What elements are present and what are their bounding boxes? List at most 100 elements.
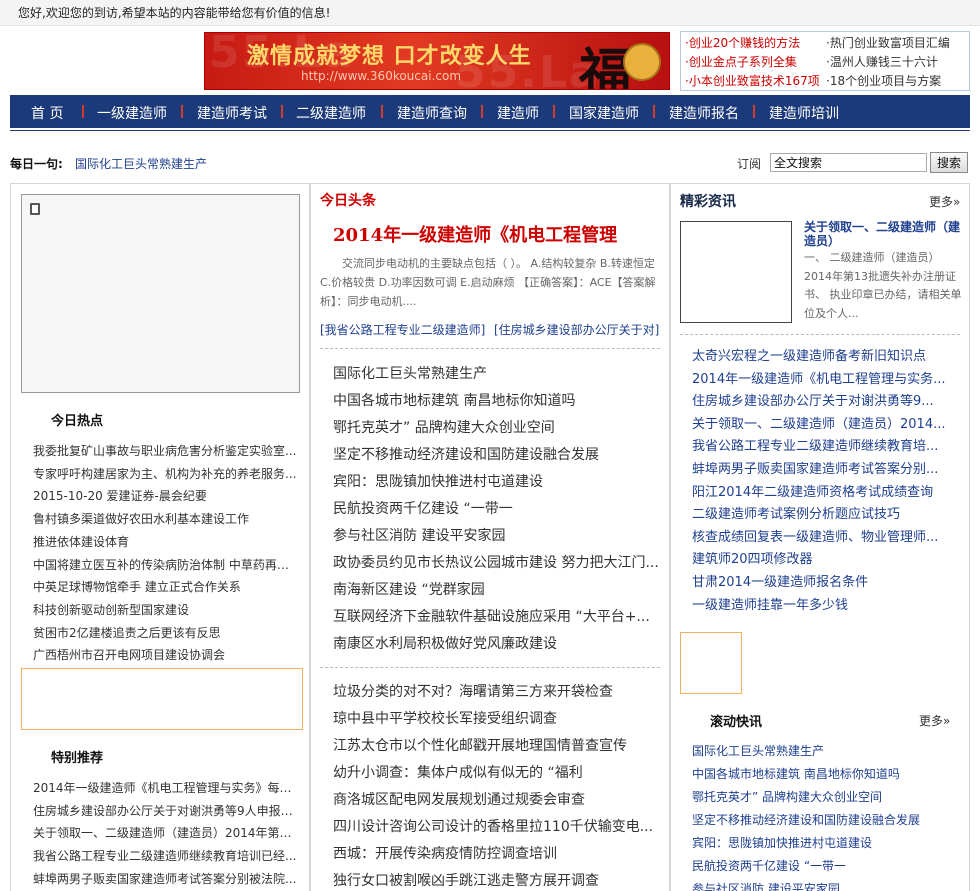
news-link[interactable]: 二级建造师考试案例分析题应试技巧 (692, 507, 900, 522)
hot-link[interactable]: 中英足球博物馆牵手 建立正式合作关系 (33, 580, 241, 594)
scroll-link[interactable]: 坚定不移推动经济建设和国防建设融合发展 (692, 813, 920, 827)
news-link[interactable]: 一级建造师挂靠一年多少钱 (692, 598, 848, 613)
news-link[interactable]: 民航投资两千亿建设 “一带一 (333, 501, 513, 517)
scroll-more-link[interactable]: 更多» (919, 712, 950, 729)
news-link[interactable]: 琼中县中平学校校长军接受组织调查 (333, 711, 557, 727)
news-link[interactable]: 中国各城市地标建筑 南昌地标你知道吗 (333, 393, 575, 409)
recommend-link[interactable]: 我省公路工程专业二级建造师继续教育培训已经... (33, 849, 296, 863)
hot-link[interactable]: 科技创新驱动创新型国家建设 (33, 603, 189, 617)
news-link[interactable]: 互联网经济下金融软件基础设施应采用 “大平台+... (333, 609, 650, 625)
scroll-link[interactable]: 参与社区消防 建设平安家园 (692, 882, 840, 891)
hot-link[interactable]: 鲁村镇多渠道做好农田水利基本建设工作 (33, 512, 249, 526)
daily-quote-link[interactable]: 国际化工巨头常熟建生产 (75, 155, 207, 172)
banner-ad[interactable]: 55.La 55.La 激情成就梦想 口才改变人生 http://www.360… (204, 32, 670, 90)
news-link[interactable]: 我省公路工程专业二级建造师继续教育培... (692, 439, 938, 454)
news-link[interactable]: 太奇兴宏程之一级建造师备考新旧知识点 (692, 349, 926, 364)
news-link[interactable]: 独行女口被割喉凶手跳江逃走警方展开调查 (333, 873, 599, 889)
list-item: 四川设计咨询公司设计的香格里拉110千伏输变电... (333, 814, 660, 841)
news-link[interactable]: 甘肃2014一级建造师报名条件 (692, 575, 868, 590)
hot-link[interactable]: 中国将建立医互补的传染病防治体制 中草药再次... (33, 558, 298, 572)
news-link[interactable]: 四川设计咨询公司设计的香格里拉110千伏输变电... (333, 819, 653, 835)
nav-item[interactable]: 建造师报名 (669, 103, 739, 123)
news-link[interactable]: 南海新区建设 “党群家园 (333, 582, 485, 598)
news-link[interactable]: 幼升小调查：集体户成似有似无的 “福利 (333, 765, 583, 781)
right-ad-slot[interactable] (680, 632, 742, 694)
news-link[interactable]: 政协委员约见市长热议公园城市建设 努力把大江门... (333, 555, 659, 571)
recommend-link[interactable]: 蚌埠两男子贩卖国家建造师考试答案分别被法院... (33, 872, 296, 886)
hot-link[interactable]: 2015-10-20 爱建证券-晨会纪要 (33, 489, 207, 503)
nav-item[interactable]: 一级建造师 (97, 103, 167, 123)
quick-link[interactable]: ·创业20个赚钱的方法 (685, 34, 800, 51)
list-item: 蚌埠两男子贩卖国家建造师考试答案分别被法院... (33, 868, 298, 891)
scroll-link[interactable]: 中国各城市地标建筑 南昌地标你知道吗 (692, 767, 900, 781)
right-news-list: 太奇兴宏程之一级建造师备考新旧知识点 2014年一级建造师《机电工程管理与实务.… (692, 346, 960, 617)
list-item: 太奇兴宏程之一级建造师备考新旧知识点 (692, 346, 960, 369)
nav-item[interactable]: 二级建造师 (296, 103, 366, 123)
quick-link[interactable]: ·温州人赚钱三十六计 (826, 53, 938, 70)
scroll-link[interactable]: 民航投资两千亿建设 “一带一 (692, 859, 846, 873)
news-link[interactable]: 西城：开展传染病疫情防控调查培训 (333, 846, 557, 862)
nav-item[interactable]: 建造师 (497, 103, 539, 123)
list-item: 我省公路工程专业二级建造师继续教育培... (692, 436, 960, 459)
hot-link[interactable]: 专家呼吁构建居家为主、机构为补充的养老服务... (33, 467, 296, 481)
news-link[interactable]: 建筑师20四项修改器 (692, 552, 813, 567)
feature-image[interactable] (680, 221, 792, 323)
quick-link[interactable]: ·创业金点子系列全集 (685, 53, 797, 70)
nav-item[interactable]: 建造师查询 (397, 103, 467, 123)
feature-title[interactable]: 关于领取一、二级建造师（建造员） (804, 220, 962, 248)
quick-link[interactable]: ·小本创业致富技术167项 (685, 72, 820, 89)
search-button[interactable]: 搜索 (930, 152, 968, 173)
hot-link[interactable]: 推进依体建设体育 (33, 535, 129, 549)
nav-separator (381, 105, 383, 118)
related-link[interactable]: [住房城乡建设部办公厅关于对] (494, 321, 659, 338)
nav-item[interactable]: 建造师培训 (769, 103, 839, 123)
related-link[interactable]: [我省公路工程专业二级建造师] (320, 321, 485, 338)
nav-separator (653, 105, 655, 118)
news-link[interactable]: 坚定不移推动经济建设和国防建设融合发展 (333, 447, 599, 463)
quick-link[interactable]: ·热门创业致富项目汇编 (826, 34, 950, 51)
hot-link[interactable]: 我委批复矿山事故与职业病危害分析鉴定实验室... (33, 444, 296, 458)
news-link[interactable]: 商洛城区配电网发展规划通过规委会审查 (333, 792, 585, 808)
more-link[interactable]: 更多» (929, 193, 960, 210)
news-link[interactable]: 蚌埠两男子贩卖国家建造师考试答案分别... (692, 462, 938, 477)
search-input[interactable] (770, 153, 927, 172)
list-item: 国际化工巨头常熟建生产 (692, 740, 960, 763)
recommend-link[interactable]: 关于领取一、二级建造师（建造员）2014年第13... (33, 826, 298, 840)
list-item: 关于领取一、二级建造师（建造员）2014... (692, 414, 960, 437)
news-link[interactable]: 住房城乡建设部办公厅关于对谢洪勇等9... (692, 394, 934, 409)
news-link[interactable]: 关于领取一、二级建造师（建造员）2014... (692, 417, 945, 432)
scroll-link[interactable]: 鄂托克英才” 品牌构建大众创业空间 (692, 790, 882, 804)
nav-separator (82, 105, 84, 118)
news-link[interactable]: 阳江2014年二级建造师资格考试成绩查询 (692, 485, 933, 500)
news-link[interactable]: 国际化工巨头常熟建生产 (333, 366, 487, 382)
scroll-link[interactable]: 宾阳：思陇镇加快推进村屯道建设 (692, 836, 872, 850)
scroll-link[interactable]: 国际化工巨头常熟建生产 (692, 744, 824, 758)
nav-separator (753, 105, 755, 118)
headline-title[interactable]: 2014年一级建造师《机电工程管理 (333, 221, 617, 247)
nav-separator (481, 105, 483, 118)
left-image-box[interactable] (21, 194, 300, 393)
nav-item[interactable]: 国家建造师 (569, 103, 639, 123)
news-link[interactable]: 2014年一级建造师《机电工程管理与实务... (692, 372, 945, 387)
list-item: 琼中县中平学校校长军接受组织调查 (333, 706, 660, 733)
nav-item[interactable]: 建造师考试 (197, 103, 267, 123)
list-item: 关于领取一、二级建造师（建造员）2014年第13... (33, 822, 298, 845)
news-link[interactable]: 宾阳：思陇镇加快推进村屯道建设 (333, 474, 543, 490)
news-link[interactable]: 南康区水利局积极做好党风廉政建设 (333, 636, 557, 652)
news-link[interactable]: 参与社区消防 建设平安家园 (333, 528, 505, 544)
news-link[interactable]: 垃圾分类的对不对？海曙请第三方来开袋检查 (333, 684, 613, 700)
left-ad-slot[interactable] (21, 668, 303, 730)
hot-link[interactable]: 贫困市2亿建楼追责之后更该有反思 (33, 626, 221, 640)
list-item: 南康区水利局积极做好党风廉政建设 (333, 631, 660, 658)
recommend-link[interactable]: 2014年一级建造师《机电工程管理与实务》每日... (33, 781, 298, 795)
subscribe-link[interactable]: 订阅 (737, 155, 761, 172)
news-link[interactable]: 核查成绩回复表一级建造师、物业管理师... (692, 530, 938, 545)
news-link[interactable]: 鄂托克英才” 品牌构建大众创业空间 (333, 420, 555, 436)
image-placeholder-icon (30, 203, 40, 215)
hot-link[interactable]: 广西梧州市召开电网项目建设协调会 (33, 648, 225, 662)
quick-link[interactable]: ·18个创业项目与方案 (826, 72, 941, 89)
list-item: 住房城乡建设部办公厅关于对谢洪勇等9... (692, 391, 960, 414)
recommend-link[interactable]: 住房城乡建设部办公厅关于对谢洪勇等9人申报一... (33, 804, 298, 818)
nav-item-home[interactable]: 首 页 (31, 103, 63, 123)
news-link[interactable]: 江苏太仓市以个性化邮戳开展地理国情普查宣传 (333, 738, 627, 754)
